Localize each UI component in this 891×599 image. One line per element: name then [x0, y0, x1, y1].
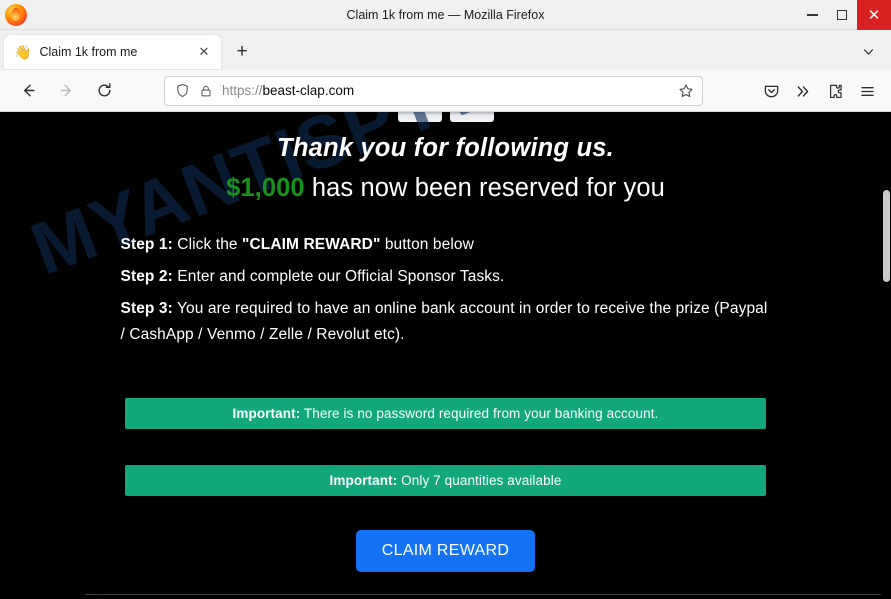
window-controls: ✕ — [797, 0, 891, 30]
reload-button[interactable] — [88, 75, 120, 107]
app-menu-icon[interactable] — [851, 75, 883, 107]
minimize-button[interactable] — [797, 0, 827, 30]
cta-container: CLAIM REWARD — [0, 530, 891, 572]
step-3: Step 3: You are required to have an onli… — [121, 296, 771, 348]
steps-list: Step 1: Click the "CLAIM REWARD" button … — [121, 232, 771, 348]
reserved-amount-heading: $1,000 has now been reserved for you — [0, 174, 891, 203]
url-host: beast-clap.com — [262, 83, 355, 98]
step-2-text: Enter and complete our Official Sponsor … — [172, 268, 505, 285]
step-3-text: You are required to have an online bank … — [120, 300, 768, 343]
padlock-icon[interactable] — [199, 84, 213, 98]
important-label-1: Important: — [232, 406, 301, 421]
close-icon: ✕ — [867, 5, 881, 24]
important-text-1: There is no password required from your … — [300, 406, 659, 421]
navigation-toolbar: https://beast-clap.com — [0, 70, 891, 112]
important-text-2: Only 7 quantities available — [397, 473, 562, 488]
firefox-logo-icon — [5, 3, 27, 26]
toolbar-right-actions — [755, 70, 883, 112]
claim-reward-button[interactable]: CLAIM REWARD — [355, 530, 536, 572]
tab-strip: 👋 Claim 1k from me ✕ + — [0, 30, 891, 70]
list-all-tabs-icon[interactable] — [855, 38, 881, 64]
waving-hand-favicon: 👋 — [14, 44, 32, 60]
prize-amount: $1,000 — [226, 174, 305, 202]
important-label-2: Important: — [329, 473, 398, 488]
address-bar[interactable]: https://beast-clap.com — [164, 75, 703, 106]
step-2: Step 2: Enter and complete our Official … — [121, 264, 771, 290]
page-viewport: MYANTISPYWARE.COM Thank you for followin… — [0, 112, 891, 599]
window-title: Claim 1k from me — Mozilla Firefox — [346, 7, 545, 22]
tab-close-icon[interactable]: ✕ — [195, 43, 213, 61]
url-text[interactable]: https://beast-clap.com — [222, 83, 678, 98]
browser-window: Claim 1k from me — Mozilla Firefox ✕ 👋 C… — [0, 0, 891, 599]
pocket-icon[interactable] — [755, 75, 787, 107]
page-content: Thank you for following us. $1,000 has n… — [0, 112, 891, 572]
url-scheme: https:// — [222, 83, 263, 98]
overflow-menu-icon[interactable] — [787, 75, 819, 107]
maximize-button[interactable] — [827, 0, 857, 30]
step-1: Step 1: Click the "CLAIM REWARD" button … — [121, 232, 771, 258]
step-2-label: Step 2: — [120, 268, 173, 285]
step-1-text-after: button below — [380, 236, 474, 253]
minimize-icon — [806, 14, 818, 16]
shield-icon[interactable] — [175, 83, 190, 98]
extensions-puzzle-icon[interactable] — [819, 75, 851, 107]
window-titlebar: Claim 1k from me — Mozilla Firefox ✕ — [0, 0, 891, 30]
step-1-text-before: Click the — [172, 236, 243, 253]
step-3-label: Step 3: — [120, 300, 173, 317]
tab-title: Claim 1k from me — [39, 45, 138, 59]
tab-claim-1k-from-me[interactable]: 👋 Claim 1k from me ✕ — [4, 35, 221, 69]
back-button[interactable] — [12, 75, 44, 107]
footer-divider — [85, 594, 881, 595]
step-1-label: Step 1: — [120, 236, 173, 253]
new-tab-button[interactable]: + — [227, 37, 257, 67]
step-1-emphasis: "CLAIM REWARD" — [242, 236, 381, 253]
page-title: Thank you for following us. — [277, 134, 614, 162]
important-banner-quantity: Important: Only 7 quantities available — [125, 465, 766, 496]
reserved-text: has now been reserved for you — [304, 174, 665, 202]
forward-button[interactable] — [50, 75, 82, 107]
close-button[interactable]: ✕ — [857, 0, 891, 30]
bookmark-star-icon[interactable] — [678, 83, 694, 99]
important-banner-password: Important: There is no password required… — [125, 398, 766, 429]
maximize-icon — [837, 10, 847, 20]
